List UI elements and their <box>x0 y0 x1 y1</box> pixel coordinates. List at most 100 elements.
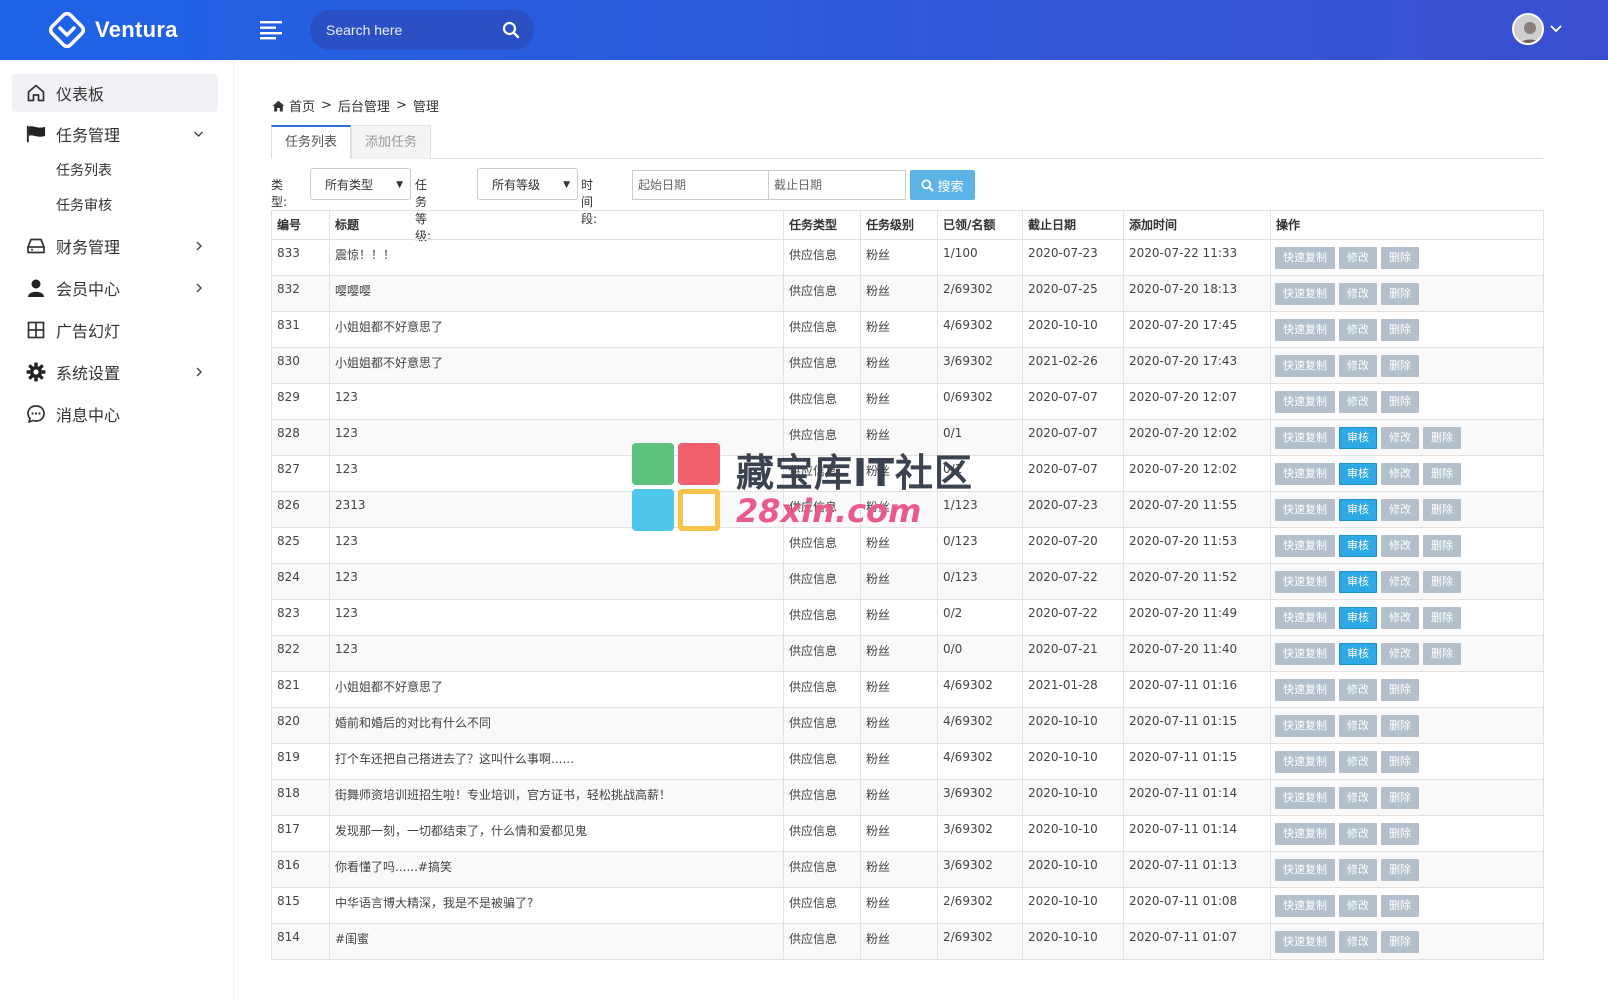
cell-title: 123 <box>329 563 784 600</box>
delete-button[interactable]: 删除 <box>1423 571 1461 593</box>
copy-button[interactable]: 快速复制 <box>1275 571 1335 593</box>
breadcrumb-home[interactable]: 首页 <box>289 96 315 115</box>
cell-id: 817 <box>271 815 330 852</box>
copy-button[interactable]: 快速复制 <box>1275 715 1335 737</box>
type-select[interactable]: 所有类型 ▼ <box>310 168 411 200</box>
delete-button[interactable]: 删除 <box>1381 751 1419 773</box>
avatar[interactable] <box>1512 13 1544 45</box>
start-date-input[interactable] <box>632 170 769 200</box>
edit-button[interactable]: 修改 <box>1339 715 1377 737</box>
search-input[interactable] <box>326 22 496 38</box>
cell-deadline: 2020-07-07 <box>1022 419 1124 456</box>
sidebar-item-finance[interactable]: 财务管理 <box>12 227 218 265</box>
copy-button[interactable]: 快速复制 <box>1275 283 1335 305</box>
cell-quota: 3/69302 <box>937 347 1023 384</box>
edit-button[interactable]: 修改 <box>1339 679 1377 701</box>
edit-button[interactable]: 修改 <box>1339 751 1377 773</box>
copy-button[interactable]: 快速复制 <box>1275 607 1335 629</box>
delete-button[interactable]: 删除 <box>1381 283 1419 305</box>
delete-button[interactable]: 删除 <box>1423 607 1461 629</box>
search-icon[interactable] <box>502 21 520 39</box>
edit-button[interactable]: 修改 <box>1381 643 1419 665</box>
table-row: 814 #闺蜜 供应信息 粉丝 2/69302 2020-10-10 2020-07-11 … <box>271 923 1544 960</box>
copy-button[interactable]: 快速复制 <box>1275 355 1335 377</box>
delete-button[interactable]: 删除 <box>1381 715 1419 737</box>
copy-button[interactable]: 快速复制 <box>1275 499 1335 521</box>
sidebar-subitem-task-review[interactable]: 任务审核 <box>56 196 112 216</box>
audit-button[interactable]: 审核 <box>1339 607 1377 629</box>
delete-button[interactable]: 删除 <box>1423 427 1461 449</box>
edit-button[interactable]: 修改 <box>1381 499 1419 521</box>
delete-button[interactable]: 删除 <box>1423 643 1461 665</box>
edit-button[interactable]: 修改 <box>1339 283 1377 305</box>
edit-button[interactable]: 修改 <box>1339 931 1377 953</box>
cell-actions: 快速复制 修改 删除 <box>1270 923 1544 960</box>
copy-button[interactable]: 快速复制 <box>1275 859 1335 881</box>
sidebar-subitem-task-list[interactable]: 任务列表 <box>56 161 112 181</box>
breadcrumb-admin[interactable]: 后台管理 <box>338 96 390 115</box>
sidebar-item-messages[interactable]: 消息中心 <box>12 395 218 433</box>
chevron-down-icon[interactable] <box>1550 24 1562 34</box>
delete-button[interactable]: 删除 <box>1381 859 1419 881</box>
audit-button[interactable]: 审核 <box>1339 463 1377 485</box>
copy-button[interactable]: 快速复制 <box>1275 823 1335 845</box>
edit-button[interactable]: 修改 <box>1381 607 1419 629</box>
delete-button[interactable]: 删除 <box>1423 535 1461 557</box>
edit-button[interactable]: 修改 <box>1339 823 1377 845</box>
edit-button[interactable]: 修改 <box>1339 355 1377 377</box>
edit-button[interactable]: 修改 <box>1339 319 1377 341</box>
edit-button[interactable]: 修改 <box>1381 427 1419 449</box>
sidebar-item-settings[interactable]: 系统设置 <box>12 353 218 391</box>
delete-button[interactable]: 删除 <box>1381 931 1419 953</box>
audit-button[interactable]: 审核 <box>1339 427 1377 449</box>
table-row: 832 嘤嘤嘤 供应信息 粉丝 2/69302 2020-07-25 2020-07-20 … <box>271 275 1544 312</box>
delete-button[interactable]: 删除 <box>1381 895 1419 917</box>
delete-button[interactable]: 删除 <box>1381 355 1419 377</box>
delete-button[interactable]: 删除 <box>1381 787 1419 809</box>
sidebar-item-ads[interactable]: 广告幻灯 <box>12 311 218 349</box>
end-date-input[interactable] <box>768 170 906 200</box>
delete-button[interactable]: 删除 <box>1381 319 1419 341</box>
edit-button[interactable]: 修改 <box>1339 787 1377 809</box>
copy-button[interactable]: 快速复制 <box>1275 895 1335 917</box>
audit-button[interactable]: 审核 <box>1339 535 1377 557</box>
copy-button[interactable]: 快速复制 <box>1275 247 1335 269</box>
copy-button[interactable]: 快速复制 <box>1275 643 1335 665</box>
copy-button[interactable]: 快速复制 <box>1275 535 1335 557</box>
audit-button[interactable]: 审核 <box>1339 499 1377 521</box>
delete-button[interactable]: 删除 <box>1381 391 1419 413</box>
edit-button[interactable]: 修改 <box>1339 247 1377 269</box>
delete-button[interactable]: 删除 <box>1381 679 1419 701</box>
level-select[interactable]: 所有等级 ▼ <box>477 168 578 200</box>
copy-button[interactable]: 快速复制 <box>1275 427 1335 449</box>
copy-button[interactable]: 快速复制 <box>1275 787 1335 809</box>
copy-button[interactable]: 快速复制 <box>1275 463 1335 485</box>
cell-level: 粉丝 <box>860 779 938 816</box>
sidebar-item-dashboard[interactable]: 仪表板 <box>12 74 218 112</box>
app-logo[interactable]: Ventura <box>48 11 178 49</box>
edit-button[interactable]: 修改 <box>1339 391 1377 413</box>
sidebar-item-task-management[interactable]: 任务管理 <box>12 115 218 153</box>
copy-button[interactable]: 快速复制 <box>1275 679 1335 701</box>
edit-button[interactable]: 修改 <box>1339 859 1377 881</box>
search-button[interactable]: 搜索 <box>910 170 975 200</box>
copy-button[interactable]: 快速复制 <box>1275 319 1335 341</box>
edit-button[interactable]: 修改 <box>1381 463 1419 485</box>
cell-id: 824 <box>271 563 330 600</box>
edit-button[interactable]: 修改 <box>1381 571 1419 593</box>
tab-add-task[interactable]: 添加任务 <box>351 125 431 159</box>
copy-button[interactable]: 快速复制 <box>1275 751 1335 773</box>
copy-button[interactable]: 快速复制 <box>1275 391 1335 413</box>
delete-button[interactable]: 删除 <box>1381 247 1419 269</box>
edit-button[interactable]: 修改 <box>1381 535 1419 557</box>
audit-button[interactable]: 审核 <box>1339 643 1377 665</box>
delete-button[interactable]: 删除 <box>1423 463 1461 485</box>
copy-button[interactable]: 快速复制 <box>1275 931 1335 953</box>
delete-button[interactable]: 删除 <box>1381 823 1419 845</box>
menu-toggle-icon[interactable] <box>260 20 282 40</box>
sidebar-item-members[interactable]: 会员中心 <box>12 269 218 307</box>
edit-button[interactable]: 修改 <box>1339 895 1377 917</box>
audit-button[interactable]: 审核 <box>1339 571 1377 593</box>
tab-task-list[interactable]: 任务列表 <box>271 125 351 159</box>
delete-button[interactable]: 删除 <box>1423 499 1461 521</box>
